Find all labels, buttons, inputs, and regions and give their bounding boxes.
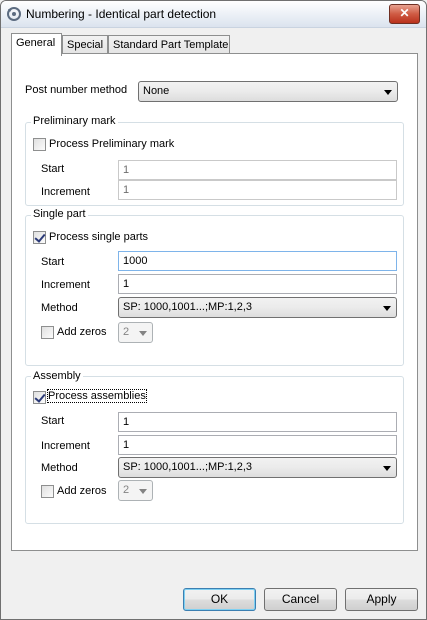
chevron-down-icon bbox=[383, 466, 391, 471]
single-add-zeros-checkbox[interactable] bbox=[41, 326, 54, 339]
single-add-zeros-label[interactable]: Add zeros bbox=[57, 326, 107, 338]
single-start-label: Start bbox=[41, 256, 65, 268]
window-title: Numbering - Identical part detection bbox=[26, 7, 217, 21]
process-single-parts-checkbox[interactable] bbox=[33, 231, 46, 244]
single-add-zeros-value: 2 bbox=[123, 326, 130, 338]
assembly-method-label: Method bbox=[41, 462, 78, 474]
single-method-value: SP: 1000,1001...;MP:1,2,3 bbox=[123, 301, 253, 313]
assembly-method-select[interactable]: SP: 1000,1001...;MP:1,2,3 bbox=[118, 457, 397, 478]
assembly-start-input[interactable]: 1 bbox=[118, 412, 397, 432]
preliminary-mark-title: Preliminary mark bbox=[31, 115, 118, 127]
single-method-select[interactable]: SP: 1000,1001...;MP:1,2,3 bbox=[118, 297, 397, 318]
single-add-zeros-select[interactable]: 2 bbox=[118, 322, 153, 343]
assembly-start-label: Start bbox=[41, 415, 65, 427]
assembly-add-zeros-label[interactable]: Add zeros bbox=[57, 485, 107, 497]
assembly-add-zeros-checkbox[interactable] bbox=[41, 485, 54, 498]
single-start-input[interactable]: 1000 bbox=[118, 251, 397, 271]
apply-button[interactable]: Apply bbox=[345, 588, 418, 611]
numbering-dialog: Numbering - Identical part detection ✕ G… bbox=[0, 0, 427, 620]
process-preliminary-checkbox[interactable] bbox=[33, 138, 46, 151]
post-number-method-select[interactable]: None bbox=[138, 81, 398, 102]
app-icon bbox=[7, 7, 21, 21]
close-button[interactable]: ✕ bbox=[389, 4, 420, 24]
ok-button[interactable]: OK bbox=[183, 588, 256, 611]
single-increment-label: Increment bbox=[41, 279, 90, 291]
assembly-title: Assembly bbox=[31, 370, 83, 382]
single-part-title: Single part bbox=[31, 208, 88, 220]
tab-label: General bbox=[16, 37, 56, 49]
post-number-method-label: Post number method bbox=[25, 84, 128, 96]
preliminary-start-label: Start bbox=[41, 163, 65, 175]
close-icon: ✕ bbox=[399, 6, 410, 20]
tab-standard-part-template[interactable]: Standard Part Template bbox=[108, 35, 230, 55]
chevron-down-icon bbox=[139, 331, 147, 336]
cancel-button[interactable]: Cancel bbox=[264, 588, 337, 611]
assembly-method-value: SP: 1000,1001...;MP:1,2,3 bbox=[123, 461, 253, 473]
preliminary-increment-input[interactable]: 1 bbox=[118, 180, 397, 200]
general-tab-panel: Post number method None Preliminary mark… bbox=[11, 53, 418, 551]
tab-label: Standard Part Template bbox=[113, 39, 229, 51]
assembly-add-zeros-select[interactable]: 2 bbox=[118, 480, 153, 501]
process-assemblies-label[interactable]: Process assemblies bbox=[47, 389, 147, 403]
process-preliminary-label[interactable]: Process Preliminary mark bbox=[49, 138, 174, 150]
preliminary-increment-label: Increment bbox=[41, 186, 90, 198]
assembly-add-zeros-value: 2 bbox=[123, 484, 130, 496]
assembly-increment-label: Increment bbox=[41, 440, 90, 452]
single-method-label: Method bbox=[41, 302, 78, 314]
process-assemblies-checkbox[interactable] bbox=[33, 391, 46, 404]
title-bar: Numbering - Identical part detection ✕ bbox=[1, 1, 426, 28]
tab-special[interactable]: Special bbox=[62, 35, 108, 55]
assembly-increment-input[interactable]: 1 bbox=[118, 435, 397, 455]
chevron-down-icon bbox=[383, 306, 391, 311]
post-number-method-value: None bbox=[143, 85, 170, 97]
chevron-down-icon bbox=[384, 90, 392, 95]
tab-label: Special bbox=[67, 39, 104, 51]
single-increment-input[interactable]: 1 bbox=[118, 274, 397, 294]
chevron-down-icon bbox=[139, 489, 147, 494]
tab-general[interactable]: General bbox=[11, 33, 62, 56]
preliminary-start-input[interactable]: 1 bbox=[118, 160, 397, 180]
process-single-parts-label[interactable]: Process single parts bbox=[49, 231, 148, 243]
